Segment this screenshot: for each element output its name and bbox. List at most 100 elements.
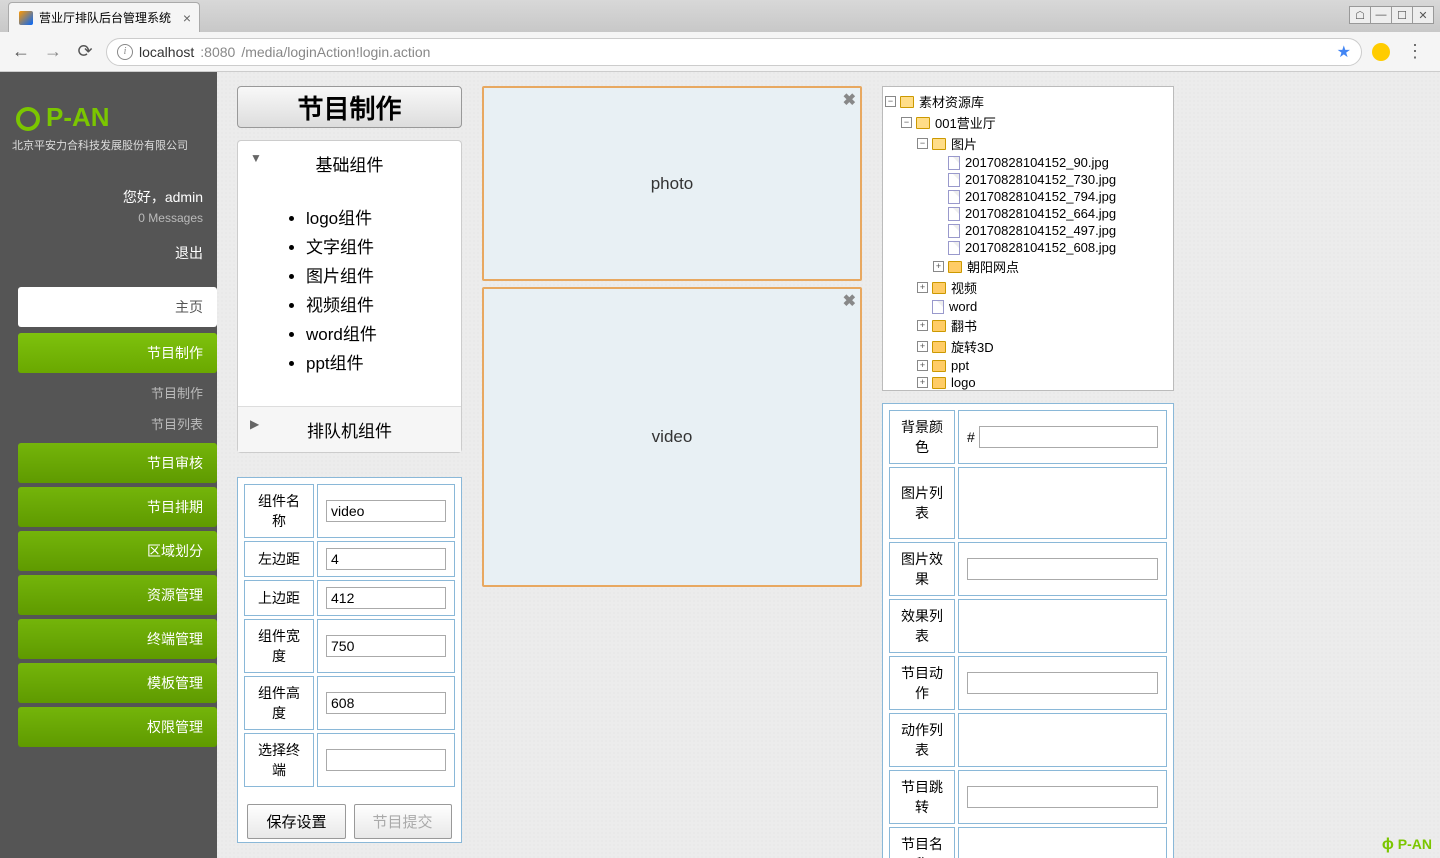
image-list-cell[interactable] <box>958 467 1167 539</box>
component-item-text[interactable]: 文字组件 <box>306 231 451 260</box>
tree-file[interactable]: 20170828104152_664.jpg <box>965 206 1116 221</box>
width-input[interactable] <box>326 635 446 657</box>
menu-dots-icon[interactable]: ⋮ <box>1400 41 1430 62</box>
user-icon[interactable]: ☖ <box>1349 6 1371 24</box>
nav-permission[interactable]: 权限管理 <box>18 707 217 747</box>
tree-collapse-icon[interactable]: − <box>901 117 912 128</box>
canvas-photo-widget[interactable]: ✖ photo <box>482 86 862 281</box>
component-item-logo[interactable]: logo组件 <box>306 202 451 231</box>
file-icon <box>948 207 960 221</box>
effect-list-cell[interactable] <box>958 599 1167 653</box>
program-properties: 背景颜色# 图片列表 图片效果 效果列表 节目动作 动作列表 节目跳转 节目名称… <box>882 403 1174 858</box>
nav-program-create[interactable]: 节目制作 <box>18 333 217 373</box>
close-icon[interactable]: × <box>183 11 191 25</box>
tree-file[interactable]: 20170828104152_794.jpg <box>965 189 1116 204</box>
height-input[interactable] <box>326 692 446 714</box>
tree-expand-icon[interactable]: + <box>933 261 944 272</box>
close-icon[interactable]: ✖ <box>843 291 856 311</box>
folder-icon <box>932 138 946 150</box>
page-title: 节目制作 <box>237 86 462 128</box>
minimize-icon[interactable]: — <box>1370 6 1392 24</box>
home-link[interactable]: 主页 <box>18 287 217 327</box>
prop-label: 效果列表 <box>889 599 955 653</box>
save-button[interactable]: 保存设置 <box>247 804 345 839</box>
tree-item[interactable]: word <box>949 299 977 314</box>
address-bar[interactable]: i localhost:8080/media/loginAction!login… <box>106 38 1362 66</box>
nav-sub-list[interactable]: 节目列表 <box>0 408 217 439</box>
accordion-header-basic[interactable]: ▼ 基础组件 <box>238 141 461 186</box>
image-effect-input[interactable] <box>967 558 1158 580</box>
maximize-icon[interactable]: ☐ <box>1391 6 1413 24</box>
component-name-input[interactable] <box>326 500 446 522</box>
terminal-input[interactable] <box>326 749 446 771</box>
file-icon <box>932 300 944 314</box>
folder-icon <box>900 96 914 108</box>
close-window-icon[interactable]: ✕ <box>1412 6 1434 24</box>
nav-schedule[interactable]: 节目排期 <box>18 487 217 527</box>
file-icon <box>948 156 960 170</box>
info-icon[interactable]: i <box>117 44 133 60</box>
browser-tab[interactable]: 营业厅排队后台管理系统 × <box>8 2 200 32</box>
prop-label: 组件高度 <box>244 676 314 730</box>
tree-collapse-icon[interactable]: − <box>885 96 896 107</box>
nav-program-review[interactable]: 节目审核 <box>18 443 217 483</box>
extension-icon[interactable] <box>1372 43 1390 61</box>
bookmark-star-icon[interactable]: ★ <box>1337 42 1351 62</box>
messages-count[interactable]: 0 Messages <box>0 211 217 225</box>
logout-link[interactable]: 退出 <box>0 225 217 281</box>
accordion-header-queue[interactable]: ▶ 排队机组件 <box>238 406 461 452</box>
prop-label: 节目名称 <box>889 827 955 858</box>
forward-icon[interactable]: → <box>42 41 64 63</box>
prop-label: 上边距 <box>244 580 314 616</box>
tree-expand-icon[interactable]: + <box>917 341 928 352</box>
bgcolor-input[interactable] <box>979 426 1158 448</box>
tree-expand-icon[interactable]: + <box>917 320 928 331</box>
canvas-video-widget[interactable]: ✖ video <box>482 287 862 587</box>
tree-file[interactable]: 20170828104152_497.jpg <box>965 223 1116 238</box>
tree-file[interactable]: 20170828104152_730.jpg <box>965 172 1116 187</box>
nav-template[interactable]: 模板管理 <box>18 663 217 703</box>
program-name-cell[interactable] <box>958 827 1167 858</box>
tree-expand-icon[interactable]: + <box>917 282 928 293</box>
component-item-ppt[interactable]: ppt组件 <box>306 347 451 376</box>
nav-sub-create[interactable]: 节目制作 <box>0 377 217 408</box>
tree-item[interactable]: ppt <box>951 358 969 373</box>
tree-collapse-icon[interactable]: − <box>917 138 928 149</box>
prop-label: 选择终端 <box>244 733 314 787</box>
prop-label: 图片效果 <box>889 542 955 596</box>
nav-resource[interactable]: 资源管理 <box>18 575 217 615</box>
tree-item[interactable]: 旋转3D <box>951 337 994 356</box>
nav-region[interactable]: 区域划分 <box>18 531 217 571</box>
tree-item[interactable]: 001营业厅 <box>935 113 996 132</box>
prop-label: 图片列表 <box>889 467 955 539</box>
tree-item[interactable]: 图片 <box>951 134 977 153</box>
tree-file[interactable]: 20170828104152_608.jpg <box>965 240 1116 255</box>
margin-top-input[interactable] <box>326 587 446 609</box>
tree-expand-icon[interactable]: + <box>917 377 928 388</box>
tree-item[interactable]: logo <box>951 375 976 390</box>
tree-root[interactable]: 素材资源库 <box>919 92 984 111</box>
tree-file[interactable]: 20170828104152_90.jpg <box>965 155 1109 170</box>
component-item-word[interactable]: word组件 <box>306 318 451 347</box>
tree-item[interactable]: 朝阳网点 <box>967 257 1019 276</box>
tree-item[interactable]: 翻书 <box>951 316 977 335</box>
folder-icon <box>916 117 930 129</box>
url-host: localhost <box>139 44 194 60</box>
resource-tree[interactable]: −素材资源库 −001营业厅 −图片 20170828104152_90.jpg… <box>882 86 1174 391</box>
submit-button[interactable]: 节目提交 <box>354 804 452 839</box>
reload-icon[interactable]: ⟳ <box>74 41 96 63</box>
nav-terminal[interactable]: 终端管理 <box>18 619 217 659</box>
file-icon <box>948 241 960 255</box>
tree-item[interactable]: 视频 <box>951 278 977 297</box>
component-item-video[interactable]: 视频组件 <box>306 289 451 318</box>
action-list-cell[interactable] <box>958 713 1167 767</box>
prop-label: 组件名称 <box>244 484 314 538</box>
close-icon[interactable]: ✖ <box>843 90 856 110</box>
margin-left-input[interactable] <box>326 548 446 570</box>
prop-label: 节目跳转 <box>889 770 955 824</box>
back-icon[interactable]: ← <box>10 41 32 63</box>
program-jump-input[interactable] <box>967 786 1158 808</box>
program-action-input[interactable] <box>967 672 1158 694</box>
tree-expand-icon[interactable]: + <box>917 360 928 371</box>
component-item-image[interactable]: 图片组件 <box>306 260 451 289</box>
